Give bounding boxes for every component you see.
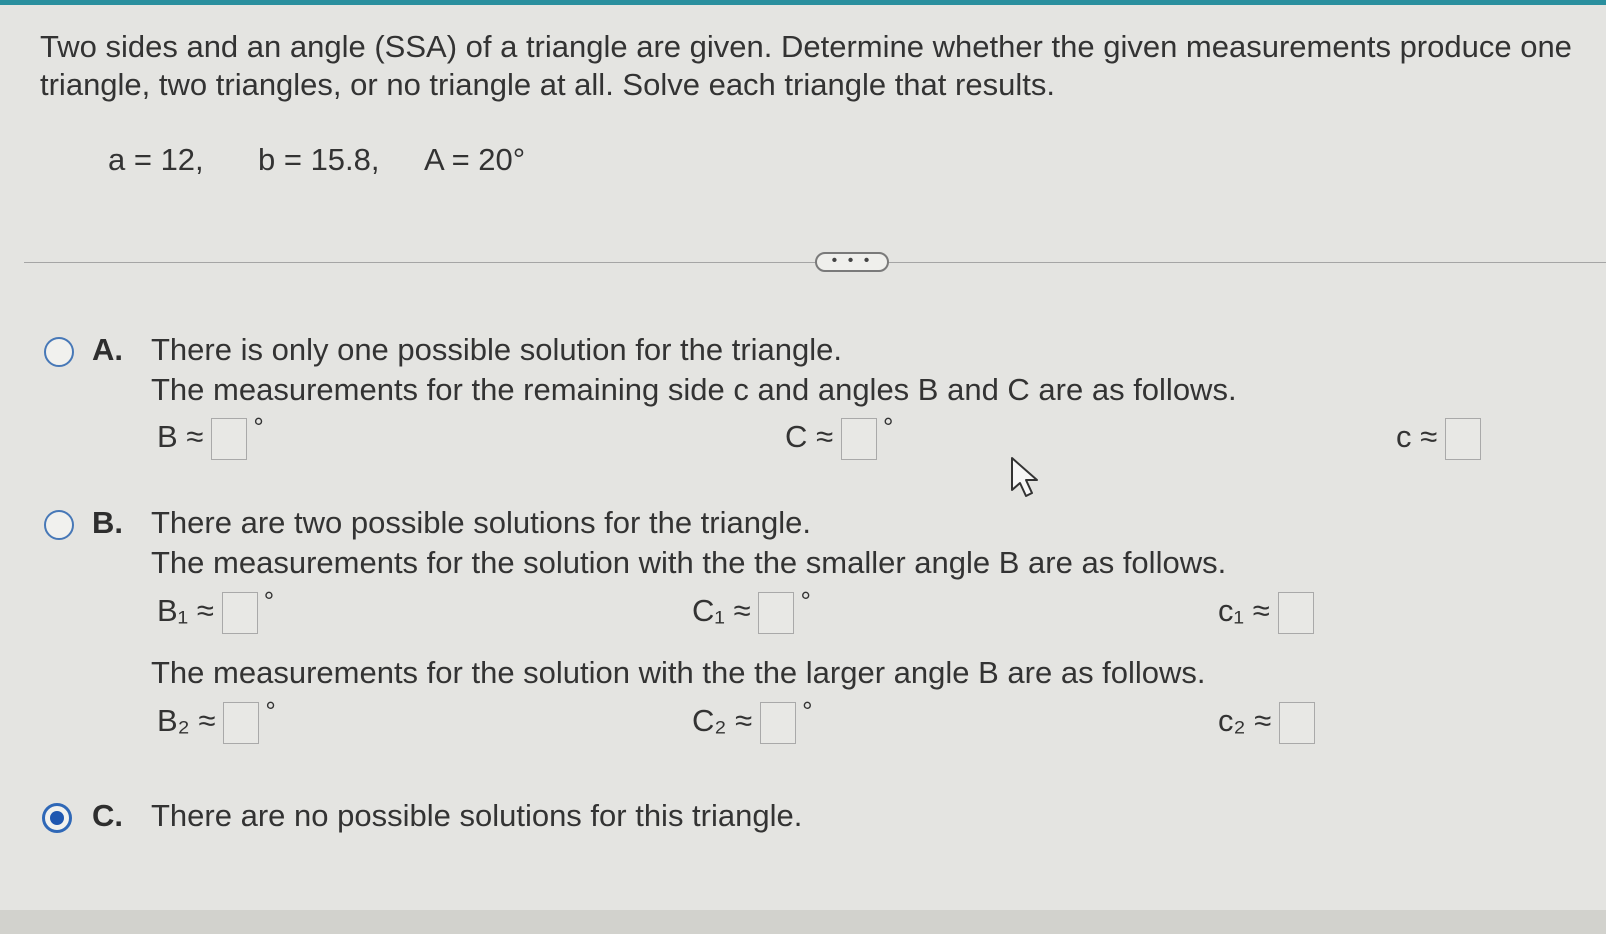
side-c2-input[interactable] xyxy=(1279,702,1316,744)
angle-C1-input[interactable] xyxy=(758,592,795,634)
option-c-text: There are no possible solutions for this… xyxy=(151,798,803,833)
given-side-b: b = 15.8, xyxy=(258,142,380,177)
option-b-radio[interactable] xyxy=(44,510,74,540)
side-c-input[interactable] xyxy=(1445,418,1482,460)
angle-B1-input[interactable] xyxy=(221,592,258,634)
option-a-angle-B-field: B ≈ ° xyxy=(157,412,264,460)
angle-C-input[interactable] xyxy=(841,418,878,460)
more-options-button[interactable]: • • • xyxy=(815,252,889,272)
option-b-subtext-larger: The measurements for the solution with t… xyxy=(151,655,1206,690)
degree-symbol: ° xyxy=(800,586,811,616)
angle-B2-input[interactable] xyxy=(223,702,260,744)
option-b-text: There are two possible solutions for the… xyxy=(151,505,811,540)
side-c1-input[interactable] xyxy=(1277,592,1314,634)
given-side-a: a = 12, xyxy=(108,142,204,177)
option-b-side-c2-field: c₂ ≈ xyxy=(1218,702,1316,744)
option-b-letter: B. xyxy=(92,505,123,540)
option-a-subtext: The measurements for the remaining side … xyxy=(151,372,1237,407)
option-b-side-c1-field: c₁ ≈ xyxy=(1218,592,1314,634)
option-a-radio[interactable] xyxy=(44,337,74,367)
problem-statement: Two sides and an angle (SSA) of a triang… xyxy=(40,29,1572,102)
degree-symbol: ° xyxy=(253,412,264,442)
option-a-letter: A. xyxy=(92,332,123,367)
option-c-letter: C. xyxy=(92,798,123,833)
side-c2-label: c₂ ≈ xyxy=(1218,703,1272,739)
given-angle-A: A = 20° xyxy=(424,142,526,177)
option-a-side-c-field: c ≈ xyxy=(1396,418,1482,460)
radio-selected-dot xyxy=(50,811,64,825)
angle-C2-label: C₂ ≈ xyxy=(692,703,753,739)
degree-symbol: ° xyxy=(263,586,275,616)
option-a-angle-C-field: C ≈ ° xyxy=(785,412,893,460)
mouse-cursor-icon xyxy=(1011,457,1038,497)
option-a-text: There is only one possible solution for … xyxy=(151,332,843,367)
option-b-angle-B1-field: B₁ ≈ ° xyxy=(157,586,274,634)
angle-B-input[interactable] xyxy=(211,418,248,460)
option-c-radio[interactable] xyxy=(42,803,72,833)
angle-C-label: C ≈ xyxy=(785,419,834,455)
side-c1-label: c₁ ≈ xyxy=(1218,593,1270,629)
degree-symbol: ° xyxy=(265,696,276,726)
option-b-angle-C2-field: C₂ ≈ ° xyxy=(692,696,812,744)
top-accent-bar xyxy=(0,0,1606,5)
option-b-subtext-smaller: The measurements for the solution with t… xyxy=(151,545,1227,580)
option-b-angle-C1-field: C₁ ≈ ° xyxy=(692,586,811,634)
option-b-angle-B2-field: B₂ ≈ ° xyxy=(157,696,276,744)
bottom-band xyxy=(0,910,1606,934)
side-c-label: c ≈ xyxy=(1396,419,1438,455)
angle-B2-label: B₂ ≈ xyxy=(157,703,216,739)
angle-B1-label: B₁ ≈ xyxy=(157,593,214,629)
degree-symbol: ° xyxy=(802,696,813,726)
angle-B-label: B ≈ xyxy=(157,419,204,455)
degree-symbol: ° xyxy=(883,412,894,442)
angle-C2-input[interactable] xyxy=(760,702,797,744)
angle-C1-label: C₁ ≈ xyxy=(692,593,751,629)
